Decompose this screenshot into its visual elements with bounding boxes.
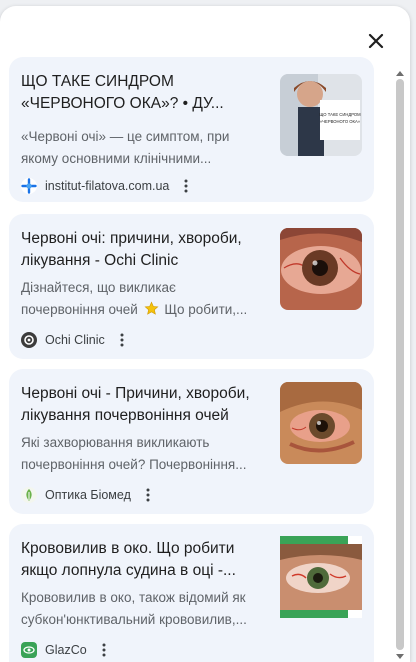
result-snippet-line: почервоніння очей? Почервоніння... <box>21 457 247 472</box>
result-source-name[interactable]: Оптика Біомед <box>45 488 131 502</box>
result-snippet-line: Які захворювання викликають <box>21 435 210 450</box>
result-title-line: лікування - Ochi Clinic <box>21 252 179 269</box>
close-button[interactable] <box>363 28 389 54</box>
result-title[interactable]: Червоні очі: причини, хвороби, лікування… <box>21 228 263 272</box>
result-source: Ochi Clinic <box>21 331 127 349</box>
result-title-line: Червоні очі: причини, хвороби, <box>21 230 242 247</box>
result-title-line: Крововилив в око. Що робити <box>21 540 235 557</box>
result-thumbnail[interactable] <box>280 228 362 310</box>
scroll-up-button[interactable] <box>395 69 405 77</box>
more-vert-icon <box>102 643 106 657</box>
result-title-line: «ЧЕРВОНОГО ОКА»? • ДУ... <box>21 95 224 112</box>
result-snippet: «Червоні очі» — це симптом, при якому ос… <box>21 126 265 170</box>
result-snippet: Які захворювання викликають почервоніння… <box>21 432 265 476</box>
scroll-down-button[interactable] <box>395 652 405 660</box>
result-title-line: ЩО ТАКЕ СИНДРОМ <box>21 73 174 90</box>
result-snippet-line: Дізнайтеся, що викликає <box>21 280 176 295</box>
result-title-line: Червоні очі - Причини, хвороби, <box>21 385 250 402</box>
more-options-button[interactable] <box>181 178 191 194</box>
result-card-3[interactable]: Червоні очі - Причини, хвороби, лікуванн… <box>9 369 374 514</box>
result-title[interactable]: Червоні очі - Причини, хвороби, лікуванн… <box>21 383 263 427</box>
result-title[interactable]: ЩО ТАКЕ СИНДРОМ «ЧЕРВОНОГО ОКА»? • ДУ... <box>21 71 263 115</box>
more-vert-icon <box>120 333 124 347</box>
ochi-clinic-logo-icon <box>21 332 37 348</box>
result-snippet-text: почервоніння очей <box>21 302 138 317</box>
result-title[interactable]: Крововилив в око. Що робити якщо лопнула… <box>21 538 263 582</box>
star-icon <box>144 301 159 323</box>
result-snippet: Крововилив в око, також відомий як субко… <box>21 587 265 631</box>
result-title-line: лікування почервоніння очей <box>21 407 229 424</box>
result-snippet: Дізнайтеся, що викликає почервоніння оче… <box>21 277 265 323</box>
scrollbar-thumb[interactable] <box>396 79 404 650</box>
more-options-button[interactable] <box>117 332 127 348</box>
search-results-panel: ЩО ТАКЕ СИНДРОМ «ЧЕРВОНОГО ОКА»? • ДУ...… <box>0 6 410 662</box>
result-snippet-line: почервоніння очей Що робити,... <box>21 299 265 323</box>
result-card-4[interactable]: Крововилив в око. Що робити якщо лопнула… <box>9 524 374 662</box>
result-title-line: якщо лопнула судина в оці -... <box>21 562 236 579</box>
result-snippet-text: Що робити,... <box>164 302 248 317</box>
institut-filatova-logo-icon <box>21 178 37 194</box>
more-vert-icon <box>184 179 188 193</box>
more-vert-icon <box>146 488 150 502</box>
result-source-name[interactable]: Ochi Clinic <box>45 333 105 347</box>
result-source: Оптика Біомед <box>21 486 153 504</box>
more-options-button[interactable] <box>99 642 109 658</box>
result-card-2[interactable]: Червоні очі: причини, хвороби, лікування… <box>9 214 374 359</box>
result-snippet-line: «Червоні очі» — це симптом, при <box>21 129 230 144</box>
result-thumbnail[interactable] <box>280 382 362 464</box>
triangle-down-icon <box>396 653 404 659</box>
result-source-name[interactable]: institut-filatova.com.ua <box>45 179 169 193</box>
glazco-logo-icon <box>21 642 37 658</box>
result-snippet-line: субкон'юнктивальний крововилив,... <box>21 612 247 627</box>
thumbnail-caption: «ЧЕРВОНОГО ОКА» <box>320 119 361 124</box>
result-snippet-line: якому основними клінічними... <box>21 151 212 166</box>
result-source-name[interactable]: GlazCo <box>45 643 87 657</box>
thumbnail-caption: ЩО ТАКЕ СИНДРОМ <box>319 112 361 117</box>
result-thumbnail[interactable] <box>280 536 362 618</box>
triangle-up-icon <box>396 70 404 76</box>
result-source: institut-filatova.com.ua <box>21 177 191 195</box>
more-options-button[interactable] <box>143 487 153 503</box>
result-thumbnail[interactable]: ЩО ТАКЕ СИНДРОМ «ЧЕРВОНОГО ОКА» <box>280 74 362 156</box>
result-snippet-line: Крововилив в око, також відомий як <box>21 590 246 605</box>
optika-biomed-logo-icon <box>21 487 37 503</box>
close-icon <box>368 33 384 49</box>
result-card-1[interactable]: ЩО ТАКЕ СИНДРОМ «ЧЕРВОНОГО ОКА»? • ДУ...… <box>9 57 374 202</box>
result-source: GlazCo <box>21 641 109 659</box>
